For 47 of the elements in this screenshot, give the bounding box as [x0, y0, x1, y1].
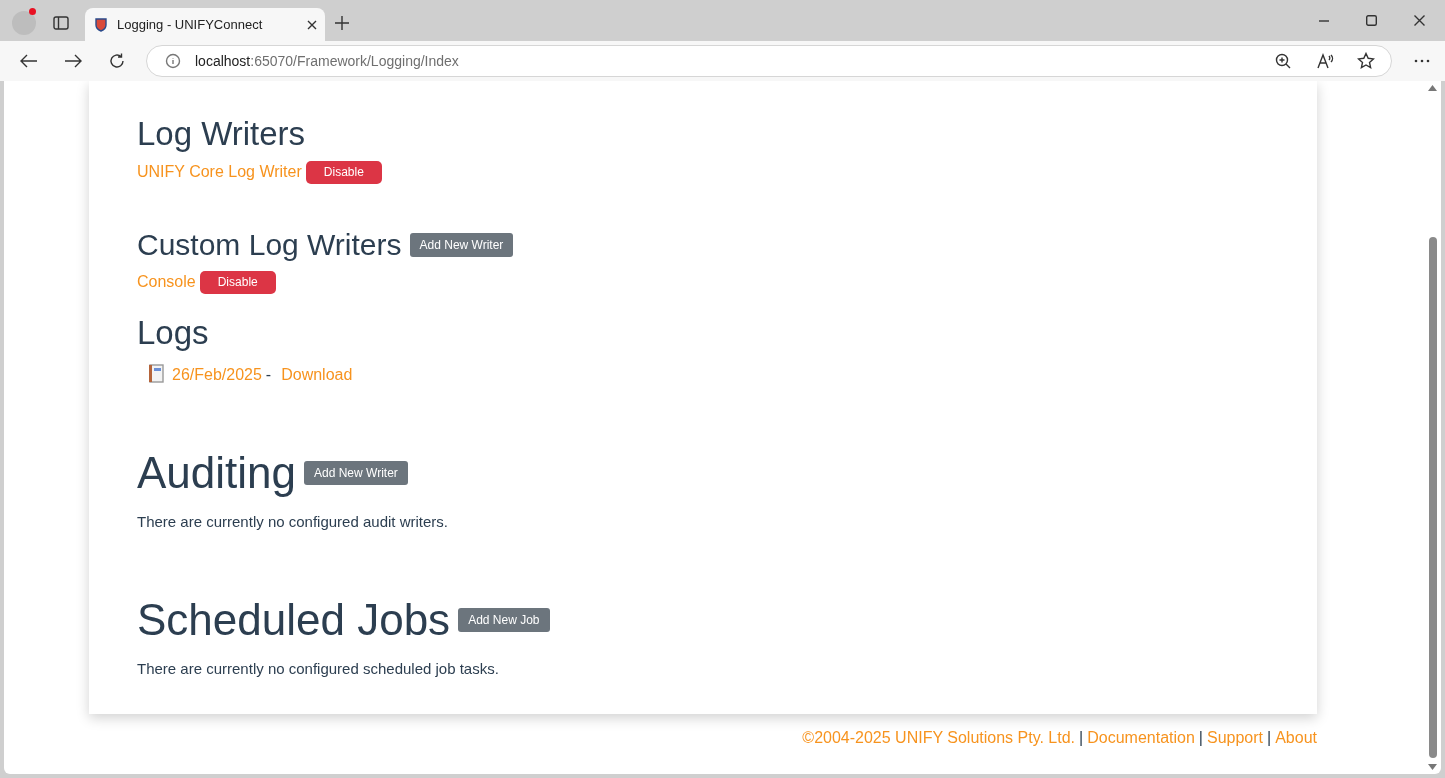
star-icon[interactable] — [1357, 52, 1375, 70]
browser-tab[interactable]: Logging - UNIFYConnect — [85, 8, 325, 41]
scroll-down-icon[interactable] — [1428, 764, 1437, 770]
scrollbar-thumb[interactable] — [1428, 237, 1437, 758]
close-icon[interactable] — [1414, 15, 1425, 26]
profile-avatar[interactable] — [12, 11, 36, 35]
disable-button[interactable]: Disable — [305, 160, 382, 184]
forward-arrow-icon[interactable] — [64, 54, 82, 68]
footer-link[interactable]: Documentation — [1087, 726, 1195, 750]
footer-link[interactable]: About — [1275, 726, 1317, 750]
separator-text: | — [1079, 728, 1084, 748]
footer-link[interactable]: Support — [1207, 726, 1264, 750]
separator-text: | — [1198, 728, 1203, 748]
disable-button[interactable]: Disable — [199, 270, 276, 294]
refresh-icon[interactable] — [108, 52, 126, 70]
message-text: There are currently no configured scheduled job tasks. — [137, 658, 500, 679]
scroll-up-icon[interactable] — [1428, 85, 1437, 91]
separator-text: | — [1267, 728, 1272, 748]
zoom-in-icon[interactable] — [1275, 53, 1291, 69]
section-heading: Auditing — [137, 451, 296, 495]
add-button[interactable]: Add New Job — [458, 607, 550, 632]
link[interactable]: Download — [281, 363, 353, 387]
shield-icon[interactable] — [93, 16, 109, 33]
section-heading: Logs — [137, 316, 209, 349]
address-bar[interactable]: localhost:65070/Framework/Logging/Index — [146, 45, 1392, 77]
close-icon[interactable] — [307, 19, 317, 30]
message-text: There are currently no configured audit writers. — [137, 512, 449, 532]
copyright-text: ©2004-2025 UNIFY Solutions Pty. Ltd. — [802, 728, 1076, 748]
sidebar-icon[interactable] — [53, 15, 69, 31]
read-aloud-icon[interactable] — [1317, 53, 1335, 69]
link[interactable]: Console — [137, 270, 196, 294]
info-icon[interactable] — [165, 53, 181, 69]
more-icon[interactable] — [1414, 59, 1430, 63]
link[interactable]: 26/Feb/2025 — [172, 363, 262, 387]
section-heading: Log Writers — [137, 117, 306, 150]
separator-text: - — [265, 365, 272, 385]
maximize-icon[interactable] — [1366, 15, 1377, 26]
back-arrow-icon[interactable] — [20, 54, 38, 68]
url-text: localhost:65070/Framework/Logging/Index — [195, 51, 460, 71]
section-heading: Custom Log Writers — [137, 230, 402, 260]
plus-icon[interactable] — [335, 16, 349, 30]
add-button[interactable]: Add New Writer — [409, 233, 514, 257]
tab-title: Logging - UNIFYConnect — [117, 15, 264, 34]
link[interactable]: UNIFY Core Log Writer — [137, 160, 302, 184]
notebook-icon[interactable] — [148, 363, 164, 383]
add-button[interactable]: Add New Writer — [304, 461, 408, 485]
section-heading: Scheduled Jobs — [137, 597, 451, 642]
